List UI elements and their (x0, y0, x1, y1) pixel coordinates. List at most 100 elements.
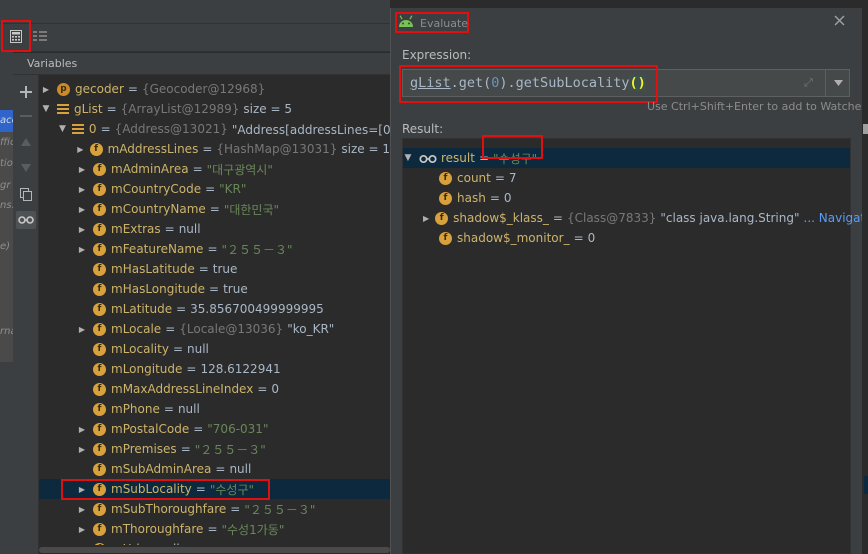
equals-sign: = (100, 122, 111, 136)
equals-sign: = (230, 502, 241, 516)
variable-name: mAddressLines (107, 142, 199, 156)
tree-row[interactable]: f mMaxAddressLineIndex = 0 (39, 379, 390, 399)
expand-arrow-icon[interactable]: ▶ (77, 225, 87, 234)
variable-value: "２５５－３" (194, 442, 266, 457)
tree-row[interactable]: f mLongitude = 128.6122941 (39, 359, 390, 379)
triangle-up-icon (21, 138, 31, 146)
debugger-toolbar (0, 24, 390, 52)
chevron-down-icon (833, 80, 843, 86)
layout-settings-icon[interactable] (33, 30, 47, 42)
tree-row[interactable]: ▶ f mCountryName = "대한민국" (39, 199, 390, 219)
field-icon: f (93, 242, 106, 256)
equals-sign: = (257, 382, 268, 396)
tree-row[interactable]: ▶ f shadow$_klass_ = {Class@7833} "class java… (403, 208, 868, 228)
field-icon: f (439, 191, 452, 205)
tree-row[interactable]: f mHasLongitude = true (39, 279, 390, 299)
dialog-title: Evaluate (420, 17, 469, 30)
tree-row[interactable]: ▼ result = "수성구" (403, 148, 850, 168)
equals-sign: = (186, 362, 197, 376)
tree-row[interactable]: f mSubAdminArea = null (39, 459, 390, 479)
glasses-icon (419, 153, 437, 164)
variable-value: null (187, 342, 209, 356)
equals-sign: = (163, 402, 174, 416)
right-edge-marker (864, 476, 868, 494)
expand-arrow-icon[interactable]: ▶ (77, 425, 87, 434)
right-edge (862, 0, 868, 554)
equals-sign: = (193, 422, 204, 436)
left-fragment: tio (0, 158, 13, 169)
expand-arrow-icon[interactable]: ▶ (423, 214, 429, 223)
expression-history-dropdown[interactable] (825, 70, 850, 96)
tree-row[interactable]: ▶ f mCountryCode = "KR" (39, 179, 390, 199)
tree-row[interactable]: ▶ f mAddressLines = {HashMap@13031} size = 1 (39, 139, 390, 159)
tree-row[interactable]: ▶ f mAdminArea = "대구광역시" (39, 159, 390, 179)
field-icon: f (89, 142, 103, 156)
tree-row[interactable]: ▶ f mPostalCode = "706-031" (39, 419, 390, 439)
expand-icon[interactable]: ⤢ (804, 76, 813, 90)
expand-arrow-icon[interactable]: ▶ (77, 185, 87, 194)
variable-name: hash (457, 191, 486, 205)
tree-row[interactable]: ▶ f mThoroughfare = "수성1가동" (39, 519, 390, 539)
tree-row[interactable]: ▶ f mExtras = null (39, 219, 390, 239)
close-button[interactable] (832, 15, 846, 29)
variables-horizontal-scrollbar[interactable] (39, 545, 390, 554)
expand-arrow-icon[interactable]: ▶ (77, 165, 87, 174)
tree-row[interactable]: ▶ p gecoder = {Geocoder@12968} (39, 79, 390, 99)
evaluate-expression-button[interactable] (1, 20, 31, 52)
move-down-button[interactable] (17, 159, 35, 177)
field-icon: f (93, 262, 106, 276)
expand-arrow-icon[interactable]: ▶ (77, 505, 87, 514)
field-icon: f (93, 422, 106, 436)
close-icon (834, 15, 844, 26)
field-icon: f (93, 402, 106, 416)
add-watch-button[interactable] (17, 83, 35, 101)
tree-row[interactable]: ▶ f mPremises = "２５５－３" (39, 439, 390, 459)
collapse-arrow-icon[interactable]: ▼ (59, 124, 66, 134)
equals-sign: = (552, 211, 563, 225)
property-icon: p (57, 82, 70, 96)
scrollbar-thumb[interactable] (39, 547, 390, 553)
variable-value: size = 1 (341, 142, 390, 156)
tree-row[interactable]: ▼ 0 = {Address@13021} "Address[addressLines=… (39, 119, 390, 139)
expand-arrow-icon[interactable]: ▶ (77, 445, 87, 454)
variable-name: mLatitude (111, 302, 173, 316)
show-watches-toggle[interactable] (16, 211, 36, 229)
expand-arrow-icon[interactable]: ▶ (77, 525, 87, 534)
variable-value: null (229, 462, 252, 476)
result-label: Result: (402, 122, 444, 136)
collapse-arrow-icon[interactable]: ▼ (403, 153, 413, 163)
equals-sign: = (207, 522, 218, 536)
tree-row[interactable]: ▶ f mSubThoroughfare = "２５５－３" (39, 499, 390, 519)
field-icon: f (93, 522, 106, 536)
tree-row[interactable]: f mHasLatitude = true (39, 259, 390, 279)
glasses-icon (18, 216, 34, 224)
expand-arrow-icon[interactable]: ▶ (41, 85, 51, 94)
tree-row[interactable]: f mLatitude = 35.856700499999995 (39, 299, 390, 319)
debugger-top-bar (0, 0, 390, 24)
dialog-title-bar: Evaluate (391, 8, 863, 38)
field-icon: f (435, 211, 449, 225)
expand-arrow-icon[interactable]: ▶ (77, 205, 87, 214)
copy-button[interactable] (17, 185, 35, 203)
tree-row[interactable]: f hash = 0 (403, 188, 850, 208)
variable-value: "２５５－３" (221, 242, 293, 257)
navigate-link[interactable]: ... Navigate (804, 211, 868, 225)
expand-arrow-icon[interactable]: ▶ (77, 145, 84, 154)
tree-row[interactable]: f mPhone = null (39, 399, 390, 419)
object-reference: {Geocoder@12968} (141, 82, 266, 96)
tree-row[interactable]: ▶ f mFeatureName = "２５５－３" (39, 239, 390, 259)
move-up-button[interactable] (17, 133, 35, 151)
result-tree[interactable]: ▼ result = "수성구" f count = 7 f hash = 0 ▶ f shadow$_kl… (402, 138, 868, 554)
tree-row[interactable]: ▼ gList = {ArrayList@12989} size = 5 (39, 99, 390, 119)
tree-row[interactable]: f count = 7 (403, 168, 850, 188)
remove-watch-button[interactable] (17, 107, 35, 125)
tree-row[interactable]: f mLocality = null (39, 339, 390, 359)
expand-arrow-icon[interactable]: ▶ (77, 325, 87, 334)
tree-row[interactable]: f shadow$_monitor_ = 0 (403, 228, 850, 248)
right-edge-marker (863, 124, 868, 134)
variable-name: mPhone (111, 402, 160, 416)
variable-name: mCountryName (111, 202, 206, 216)
expand-arrow-icon[interactable]: ▶ (77, 245, 87, 254)
collapse-arrow-icon[interactable]: ▼ (41, 104, 51, 114)
tree-row[interactable]: ▶ f mLocale = {Locale@13036} "ko_KR" (39, 319, 390, 339)
